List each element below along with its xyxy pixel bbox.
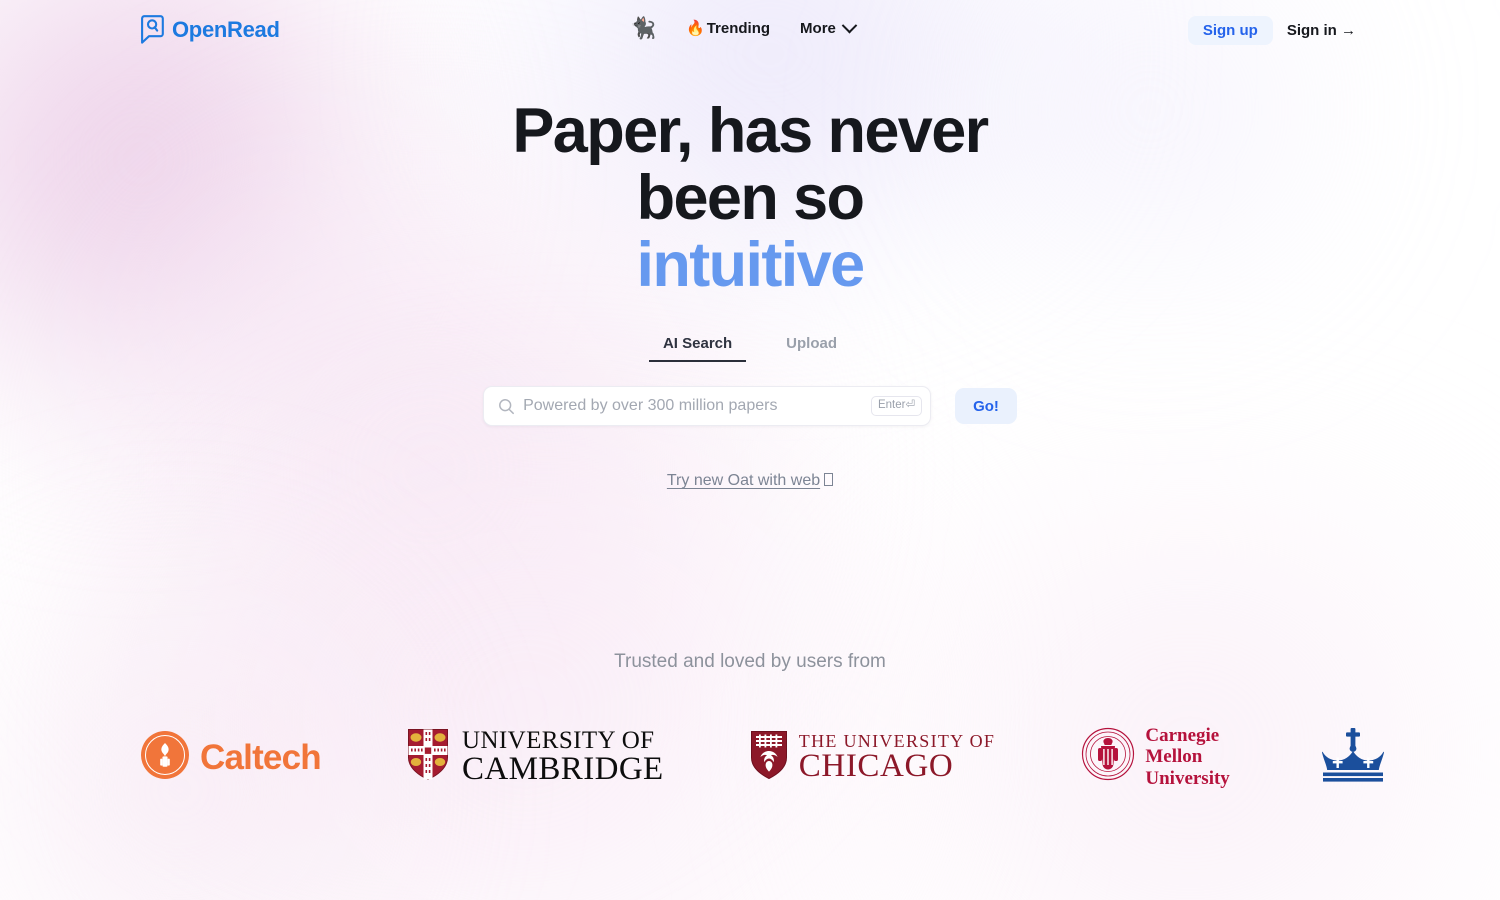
cambridge-line-1: UNIVERSITY OF bbox=[462, 727, 655, 754]
primary-nav: 🐈‍⬛ 🔥 Trending More bbox=[630, 17, 858, 39]
cmu-line-1: Carnegie bbox=[1145, 725, 1220, 747]
caltech-wordmark: Caltech bbox=[200, 737, 322, 777]
search-box[interactable]: Enter⏎ bbox=[483, 386, 932, 426]
search-input[interactable] bbox=[523, 397, 871, 415]
hero-section: Paper, has never been so intuitive bbox=[0, 98, 1500, 298]
openread-logo-icon bbox=[140, 14, 168, 46]
caltech-seal-icon bbox=[140, 730, 190, 785]
brand-name: OpenRead bbox=[172, 17, 280, 42]
cmu-wordmark: Carnegie Mellon University bbox=[1145, 725, 1229, 789]
cmu-seal-icon bbox=[1081, 727, 1135, 786]
chicago-wordmark: THE UNIVERSITY OF CHICAGO bbox=[799, 732, 995, 783]
logo-cambridge: UNIVERSITY OF CAMBRIDGE bbox=[407, 728, 664, 786]
logo-carnegie-mellon: Carnegie Mellon University bbox=[1081, 725, 1230, 789]
brand-logo[interactable]: OpenRead bbox=[140, 14, 280, 46]
auth-actions: Sign up Sign in → bbox=[1187, 16, 1362, 45]
search-mode-tabs: AI Search Upload bbox=[0, 336, 1500, 362]
hero-line-1: Paper, has never bbox=[512, 96, 989, 166]
missing-glyph-icon bbox=[824, 473, 834, 486]
tab-ai-search[interactable]: AI Search bbox=[648, 336, 747, 362]
nav-trending-label: Trending bbox=[706, 20, 771, 37]
try-oat-link[interactable]: Try new Oat with web bbox=[666, 472, 834, 489]
sign-up-button[interactable]: Sign up bbox=[1187, 16, 1273, 45]
go-button[interactable]: Go! bbox=[955, 388, 1017, 424]
cambridge-shield-icon bbox=[407, 728, 449, 786]
site-header: OpenRead 🐈‍⬛ 🔥 Trending More Sign up Sig… bbox=[0, 0, 1500, 64]
columbia-crown-icon bbox=[1316, 724, 1390, 791]
cambridge-wordmark: UNIVERSITY OF CAMBRIDGE bbox=[462, 728, 664, 786]
hero-line-2: been so bbox=[636, 162, 865, 233]
chevron-down-icon bbox=[841, 17, 858, 34]
nav-trending[interactable]: 🔥 Trending bbox=[686, 21, 770, 36]
logo-caltech: Caltech bbox=[140, 730, 322, 785]
logo-chicago: THE UNIVERSITY OF CHICAGO bbox=[750, 730, 995, 785]
cmu-line-3: University bbox=[1145, 767, 1230, 789]
tab-upload[interactable]: Upload bbox=[772, 336, 851, 362]
oat-promo: Try new Oat with web bbox=[0, 472, 1500, 490]
cambridge-line-2: CAMBRIDGE bbox=[462, 751, 664, 787]
enter-hint-badge: Enter⏎ bbox=[870, 396, 923, 416]
try-oat-label: Try new Oat with web bbox=[666, 472, 821, 489]
search-icon bbox=[498, 398, 523, 415]
page-title: Paper, has never been so intuitive bbox=[440, 98, 1060, 298]
trusted-logos: Caltech UNIVERSITY OF CAMBRIDGE THE UNIV… bbox=[140, 712, 1390, 802]
fire-icon: 🔥 bbox=[686, 20, 705, 37]
cmu-line-2: Mellon bbox=[1145, 746, 1203, 768]
nav-more-label: More bbox=[800, 20, 836, 37]
hero-accent-word: intuitive bbox=[636, 229, 865, 300]
chicago-line-1: THE UNIVERSITY OF bbox=[798, 730, 996, 751]
sign-in-button[interactable]: Sign in → bbox=[1281, 16, 1362, 45]
trusted-heading: Trusted and loved by users from bbox=[614, 651, 886, 672]
logo-columbia bbox=[1316, 724, 1390, 791]
search-row: Enter⏎ Go! bbox=[0, 386, 1500, 426]
chicago-line-2: CHICAGO bbox=[798, 747, 954, 784]
black-cat-icon[interactable]: 🐈‍⬛ bbox=[630, 18, 656, 39]
chicago-shield-icon bbox=[750, 730, 788, 785]
landing-page: OpenRead 🐈‍⬛ 🔥 Trending More Sign up Sig… bbox=[0, 0, 1500, 900]
nav-more[interactable]: More bbox=[800, 17, 858, 37]
